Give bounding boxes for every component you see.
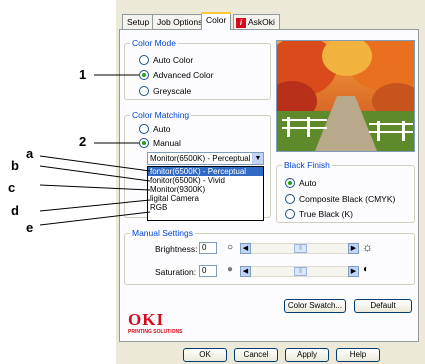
callout-2: 2 [79, 134, 87, 149]
callout-d: d [11, 203, 19, 218]
callout-e: e [26, 220, 34, 235]
callout-1: 1 [79, 67, 87, 82]
callout-b: b [11, 158, 19, 173]
callout-lines [39, 74, 151, 226]
tab-color[interactable]: Color [201, 12, 232, 30]
callout-c: c [8, 180, 16, 195]
callout-a: a [26, 146, 34, 161]
